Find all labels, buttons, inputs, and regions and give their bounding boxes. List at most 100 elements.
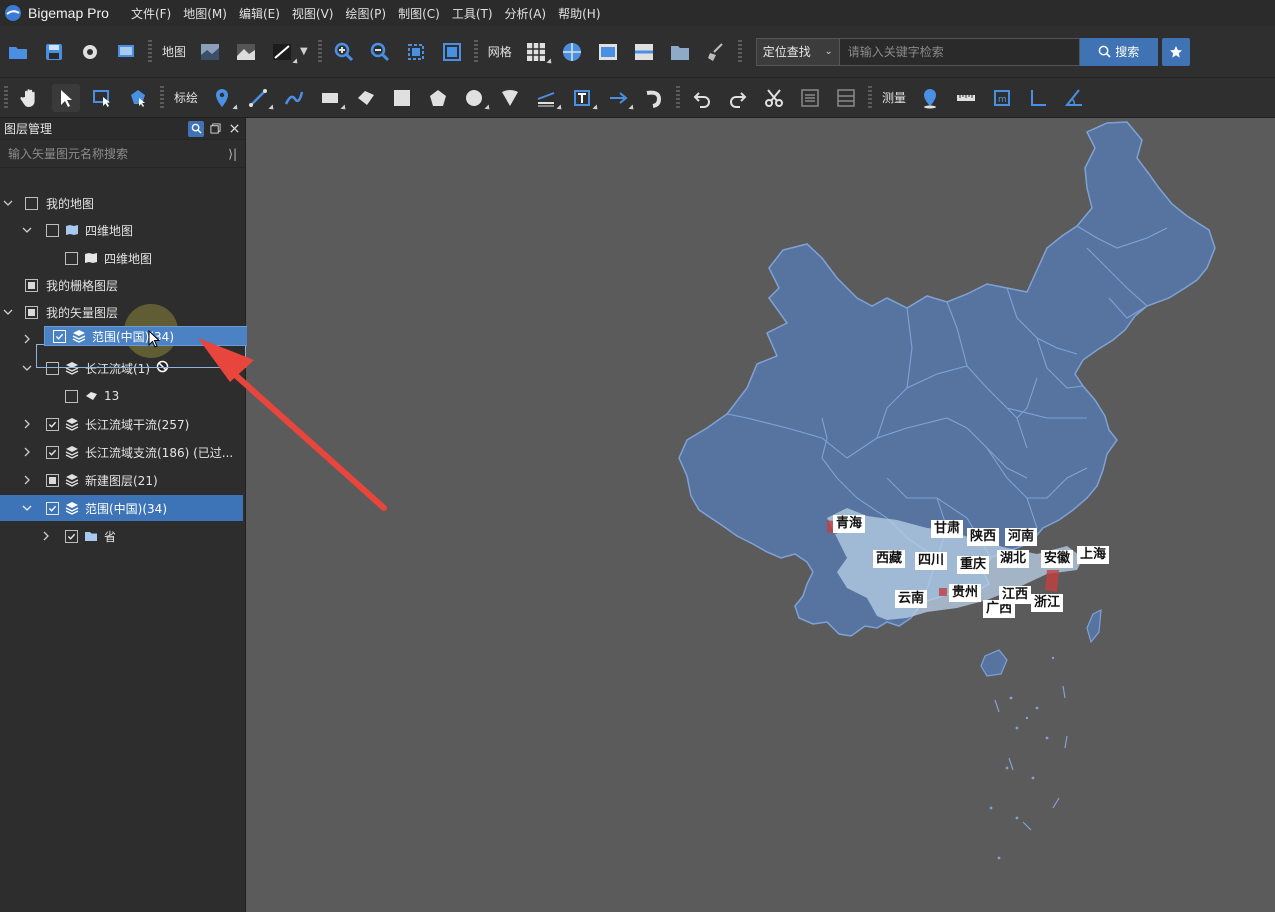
zoom-out-button[interactable] xyxy=(366,38,394,66)
tree-row-3d-item[interactable]: 四维地图 xyxy=(0,245,246,271)
curved-arrow-button[interactable] xyxy=(640,84,668,112)
search-button[interactable]: 搜索 xyxy=(1079,37,1158,66)
attribute-button[interactable] xyxy=(796,84,824,112)
pentagon-button[interactable] xyxy=(424,84,452,112)
measure-angle-button[interactable] xyxy=(1024,84,1052,112)
label-qinghai: 青海 xyxy=(833,515,866,533)
expand-arrow-icon[interactable] xyxy=(22,225,32,235)
text-button[interactable] xyxy=(568,84,600,112)
map-layer-3-button[interactable] xyxy=(268,38,300,66)
tree-row-range-china[interactable]: 范围(中国)(34) xyxy=(0,495,243,521)
expand-arrow-icon[interactable] xyxy=(41,531,51,541)
square-button[interactable] xyxy=(388,84,416,112)
tree-row-vector[interactable]: 我的矢量图层 xyxy=(0,299,246,325)
line-button[interactable] xyxy=(244,84,276,112)
expand-arrow-icon[interactable] xyxy=(22,447,32,457)
search-input[interactable] xyxy=(839,37,1080,66)
grid-button[interactable] xyxy=(522,38,554,66)
favorite-button[interactable] xyxy=(1161,37,1190,66)
checkbox[interactable] xyxy=(65,529,78,543)
box-select-button[interactable] xyxy=(88,84,116,112)
map-canvas[interactable]: 青海 甘肃 陕西 河南 西藏 四川 重庆 湖北 安徽 上海 云南 贵州 广西 江… xyxy=(247,118,1275,912)
menu-draw[interactable]: 绘图(P) xyxy=(339,5,392,22)
km-grid-button[interactable] xyxy=(594,38,622,66)
tree-row-main-stream[interactable]: 长江流域干流(257) xyxy=(0,411,246,437)
checkbox[interactable] xyxy=(25,278,38,292)
select-button[interactable] xyxy=(52,83,80,112)
measure-area-button[interactable]: m xyxy=(988,84,1016,112)
expand-arrow-icon[interactable] xyxy=(3,307,13,317)
checkbox[interactable] xyxy=(46,223,59,237)
curve-button[interactable] xyxy=(280,84,308,112)
pan-button[interactable] xyxy=(16,84,44,112)
zoom-in-button[interactable] xyxy=(330,38,358,66)
checkbox[interactable] xyxy=(65,389,78,403)
tree-row-13[interactable]: 13 xyxy=(0,383,246,409)
polygon-select-button[interactable] xyxy=(124,84,152,112)
expand-arrow-icon[interactable] xyxy=(3,198,13,208)
menu-map[interactable]: 地图(M) xyxy=(177,5,233,22)
chevron-down-icon[interactable]: ▼ xyxy=(300,46,308,57)
menu-help[interactable]: 帮助(H) xyxy=(552,5,606,22)
redo-button[interactable] xyxy=(724,84,752,112)
settings-button[interactable] xyxy=(76,38,104,66)
tree-row-3d-folder[interactable]: 四维地图 xyxy=(0,217,246,243)
map-layer-2-button[interactable] xyxy=(232,38,260,66)
tree-row-province[interactable]: 省 xyxy=(0,523,246,549)
tree-row-raster[interactable]: 我的栅格图层 xyxy=(0,272,246,298)
menu-file[interactable]: 文件(F) xyxy=(125,5,177,22)
panel-search-button[interactable] xyxy=(188,120,204,137)
folder-button[interactable] xyxy=(666,38,694,66)
table-button[interactable] xyxy=(832,84,860,112)
expand-arrow-icon[interactable] xyxy=(22,475,32,485)
expand-arrow-icon[interactable] xyxy=(22,419,32,429)
checkbox[interactable] xyxy=(25,305,38,319)
panel-close-button[interactable] xyxy=(226,121,242,137)
undo-button[interactable] xyxy=(688,84,716,112)
checkbox[interactable] xyxy=(25,196,38,210)
checkbox[interactable] xyxy=(46,473,59,487)
cut-button[interactable] xyxy=(760,84,788,112)
checkbox[interactable] xyxy=(46,501,59,515)
sector-button[interactable] xyxy=(496,84,524,112)
measure-point-button[interactable] xyxy=(916,84,944,112)
checkbox[interactable] xyxy=(65,251,78,265)
menu-edit[interactable]: 编辑(E) xyxy=(233,5,286,22)
layers-icon xyxy=(72,329,86,343)
zoom-extent-button[interactable] xyxy=(402,38,430,66)
checkbox[interactable] xyxy=(46,417,59,431)
circle-button[interactable] xyxy=(460,84,492,112)
measure-azimuth-button[interactable] xyxy=(1060,84,1088,112)
tree-row-my-map[interactable]: 我的地图 xyxy=(0,190,246,216)
checkbox[interactable] xyxy=(46,445,59,459)
collapse-panel-icon[interactable]: ⟩| xyxy=(228,147,237,161)
list-box-icon xyxy=(801,88,819,107)
nm-grid-button[interactable] xyxy=(630,38,658,66)
map-layer-1-button[interactable] xyxy=(196,38,224,66)
expand-arrow-icon[interactable] xyxy=(22,503,32,513)
latlng-grid-button[interactable] xyxy=(558,38,586,66)
marker-button[interactable] xyxy=(208,84,240,112)
screen-button[interactable] xyxy=(112,38,140,66)
save-button[interactable] xyxy=(40,38,68,66)
layer-search-input[interactable] xyxy=(8,146,229,161)
menu-view[interactable]: 视图(V) xyxy=(286,5,340,22)
menu-cartography[interactable]: 制图(C) xyxy=(392,5,446,22)
arrow-button[interactable] xyxy=(604,84,636,112)
locate-select-value: 定位查找 xyxy=(762,45,811,59)
menu-analysis[interactable]: 分析(A) xyxy=(499,5,553,22)
buffer-button[interactable] xyxy=(532,84,564,112)
eraser-shape-button[interactable] xyxy=(352,84,380,112)
expand-arrow-icon[interactable] xyxy=(22,334,32,344)
rectangle-button[interactable] xyxy=(316,84,348,112)
tree-row-branch-stream[interactable]: 长江流域支流(186) (已过... xyxy=(0,439,246,465)
panel-float-button[interactable] xyxy=(207,121,223,137)
measure-distance-button[interactable] xyxy=(952,84,980,112)
fullscreen-button[interactable] xyxy=(438,38,466,66)
clear-button[interactable] xyxy=(702,38,730,66)
open-folder-button[interactable] xyxy=(4,38,32,66)
menu-tools[interactable]: 工具(T) xyxy=(446,5,499,22)
expand-arrow-icon[interactable] xyxy=(22,363,32,373)
tree-row-new-layer[interactable]: 新建图层(21) xyxy=(0,467,246,493)
locate-select[interactable]: 定位查找 ⌄ xyxy=(755,37,840,66)
